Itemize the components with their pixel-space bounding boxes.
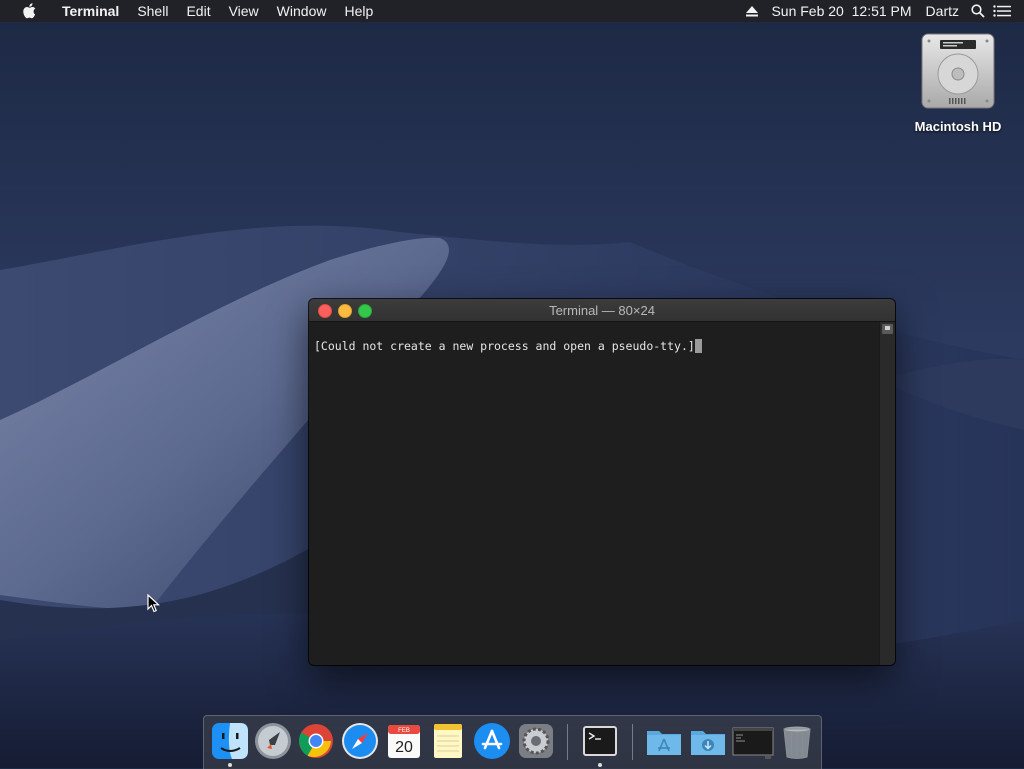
dock: FEB 20 — [203, 715, 822, 769]
apple-menu[interactable] — [0, 3, 58, 19]
app-store-icon — [474, 723, 510, 759]
running-indicator-terminal — [598, 763, 602, 767]
dock-item-chrome[interactable] — [296, 721, 336, 761]
dock-item-safari[interactable] — [340, 721, 380, 761]
calendar-day-text: 20 — [395, 739, 413, 756]
notification-center-icon[interactable] — [990, 0, 1014, 22]
safari-compass-icon — [342, 723, 378, 759]
split-pane-icon[interactable] — [882, 324, 893, 334]
system-preferences-gear-icon — [519, 724, 553, 758]
dock-item-calendar[interactable]: FEB 20 — [384, 721, 424, 761]
menu-edit[interactable]: Edit — [177, 0, 219, 22]
finder-icon — [212, 723, 248, 759]
dock-item-app-store[interactable] — [472, 721, 512, 761]
running-indicator-finder — [228, 763, 232, 767]
macintosh-hd-label: Macintosh HD — [914, 119, 1002, 134]
dock-item-minimized-window[interactable] — [731, 721, 775, 761]
trash-icon — [783, 726, 811, 759]
clock[interactable]: Sun Feb 20 12:51 PM — [764, 0, 918, 22]
terminal-output-line: [Could not create a new process and open… — [314, 339, 695, 353]
applications-folder-icon — [647, 731, 681, 755]
menu-shell[interactable]: Shell — [128, 0, 177, 22]
downloads-folder-icon — [691, 731, 725, 755]
terminal-title-bar[interactable]: Terminal — 80×24 — [309, 299, 895, 322]
dock-item-terminal[interactable] — [580, 721, 620, 761]
spotlight-search-icon[interactable] — [966, 0, 990, 22]
chrome-icon — [299, 724, 333, 758]
dock-item-trash[interactable] — [777, 721, 817, 761]
app-menu-terminal[interactable]: Terminal — [58, 0, 128, 22]
dock-item-applications-folder[interactable] — [644, 721, 684, 761]
window-minimize-button[interactable] — [338, 304, 352, 318]
terminal-window[interactable]: Terminal — 80×24 [Could not create a new… — [309, 299, 895, 665]
dock-item-finder[interactable] — [210, 721, 250, 761]
menu-bar: Terminal Shell Edit View Window Help Sun… — [0, 0, 1024, 22]
window-zoom-button[interactable] — [358, 304, 372, 318]
mouse-pointer-icon — [147, 594, 161, 613]
dock-separator — [632, 724, 633, 760]
notes-icon — [434, 724, 462, 758]
dock-item-downloads-folder[interactable] — [688, 721, 728, 761]
hard-drive-icon — [921, 33, 995, 109]
dock-item-notes[interactable] — [428, 721, 468, 761]
launchpad-rocket-icon — [255, 723, 291, 759]
window-close-button[interactable] — [318, 304, 332, 318]
calendar-month-text: FEB — [398, 728, 410, 734]
menu-window[interactable]: Window — [268, 0, 336, 22]
terminal-icon — [583, 726, 617, 756]
eject-icon[interactable] — [740, 0, 764, 22]
calendar-icon: FEB 20 — [388, 725, 420, 758]
minimized-terminal-window-icon — [732, 727, 774, 759]
apple-logo-icon — [23, 3, 36, 19]
user-menu[interactable]: Dartz — [919, 0, 966, 22]
dock-item-system-preferences[interactable] — [516, 721, 556, 761]
menu-view[interactable]: View — [220, 0, 268, 22]
terminal-content-area[interactable]: [Could not create a new process and open… — [309, 322, 880, 665]
terminal-cursor — [694, 339, 702, 353]
menu-bar-status-area: Sun Feb 20 12:51 PM Dartz — [740, 0, 1024, 22]
macintosh-hd-desktop-item[interactable]: Macintosh HD — [910, 32, 1006, 134]
terminal-window-title: Terminal — 80×24 — [549, 302, 655, 318]
dock-item-launchpad[interactable] — [253, 721, 293, 761]
menu-help[interactable]: Help — [335, 0, 382, 22]
terminal-scrollbar[interactable] — [879, 322, 895, 665]
dock-separator — [567, 724, 568, 760]
